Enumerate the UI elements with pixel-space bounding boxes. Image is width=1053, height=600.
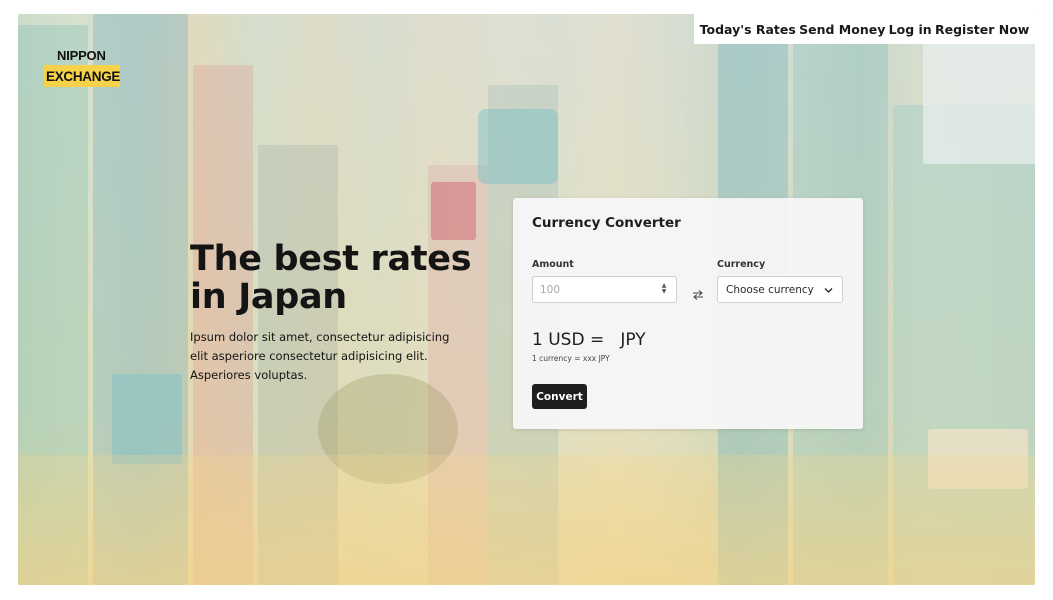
background-sign (478, 109, 558, 184)
top-nav: Today's Rates Send Money Log in Register… (694, 14, 1035, 44)
hero-subtitle: Ipsum dolor sit amet, consectetur adipis… (190, 330, 450, 382)
hero-section: Today's Rates Send Money Log in Register… (18, 14, 1035, 585)
swap-arrows-icon[interactable] (691, 289, 705, 301)
currency-select-value: Choose currency (726, 283, 814, 296)
amount-label: Amount (532, 259, 574, 270)
hero-title: The best rates in Japan (190, 239, 472, 317)
amount-input[interactable] (532, 276, 677, 303)
nav-register-now[interactable]: Register Now (935, 22, 1029, 37)
logo-text-top: NIPPON (57, 48, 106, 63)
logo-text-bottom: EXCHANGE (46, 68, 121, 84)
logo-banner: EXCHANGE (44, 65, 120, 87)
chevron-down-icon (824, 288, 833, 293)
currency-label: Currency (717, 259, 766, 270)
background-sign (431, 182, 476, 240)
logo[interactable]: NIPPON EXCHANGE (44, 48, 122, 88)
currency-converter-card: Currency Converter Amount ▲▼ Currency Ch… (513, 198, 863, 429)
background-sign (112, 374, 182, 464)
rate-note: 1 currency = xxx JPY (532, 354, 610, 363)
rate-result: 1 USD = JPY (532, 330, 646, 350)
convert-button[interactable]: Convert (532, 384, 587, 409)
nav-log-in[interactable]: Log in (889, 22, 932, 37)
background-street (18, 455, 1035, 585)
converter-title: Currency Converter (532, 215, 681, 231)
nav-send-money[interactable]: Send Money (799, 22, 885, 37)
currency-select[interactable]: Choose currency (717, 276, 843, 303)
number-stepper-icon[interactable]: ▲ ▼ (659, 281, 669, 297)
background-billboard (923, 44, 1035, 164)
nav-todays-rates[interactable]: Today's Rates (700, 22, 796, 37)
